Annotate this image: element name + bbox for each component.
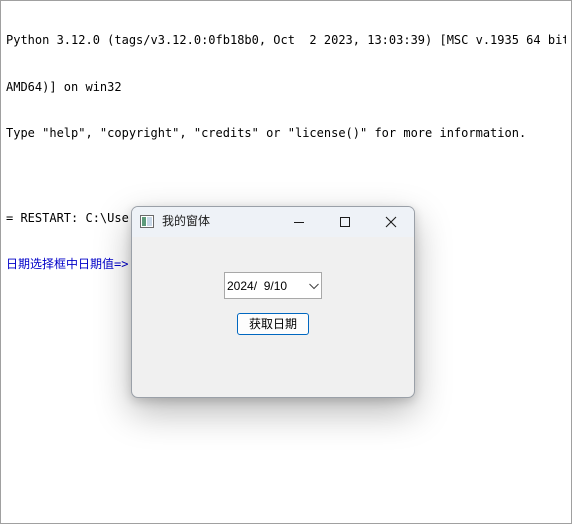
window-title: 我的窗体 xyxy=(162,214,211,228)
shell-line-help: Type "help", "copyright", "credits" or "… xyxy=(6,126,527,140)
title-bar[interactable]: 我的窗体 xyxy=(132,207,414,237)
chevron-down-icon[interactable] xyxy=(309,283,319,290)
minimize-icon xyxy=(294,222,304,223)
maximize-button[interactable] xyxy=(322,207,368,237)
close-button[interactable] xyxy=(368,207,414,237)
date-picker[interactable]: 2024/ 9/10 xyxy=(224,272,322,299)
shell-blank-line xyxy=(6,173,566,180)
shell-line-platform: AMD64)] on win32 xyxy=(6,79,122,94)
shell-line-version: Python 3.12.0 (tags/v3.12.0:0fb18b0, Oct… xyxy=(6,33,566,47)
get-date-button[interactable]: 获取日期 xyxy=(237,313,309,335)
close-icon xyxy=(385,216,397,228)
my-form-window: 我的窗体 2024/ 9/10 获取日期 xyxy=(131,206,415,398)
minimize-button[interactable] xyxy=(276,207,322,237)
date-value: 2024/ 9/10 xyxy=(227,279,288,293)
maximize-icon xyxy=(340,217,350,227)
window-app-icon xyxy=(140,215,154,228)
